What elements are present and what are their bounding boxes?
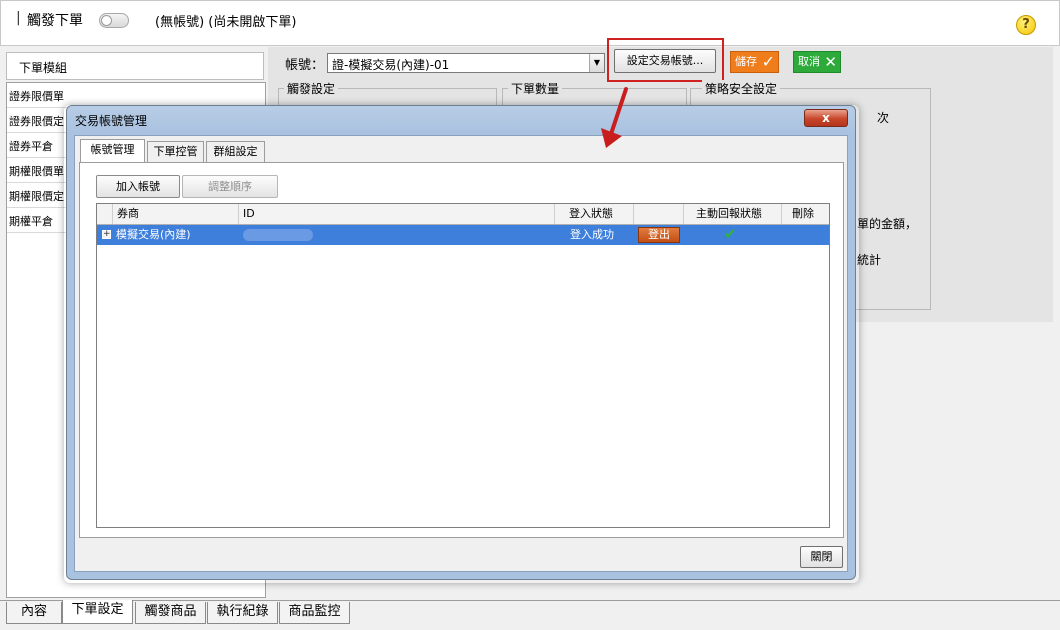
annotation-arrow-icon <box>601 87 628 148</box>
tab-order-settings[interactable]: 下單設定 <box>62 600 133 624</box>
page-title: 觸發下單 <box>27 13 83 29</box>
account-id-redacted <box>243 229 313 241</box>
login-status-cell: 登入成功 <box>570 228 614 241</box>
account-select[interactable]: 證-模擬交易(內建)-01 ▼ <box>327 53 605 73</box>
dialog-title: 交易帳號管理 <box>75 114 148 128</box>
checkmark-icon: ✔ <box>724 225 737 243</box>
tab-group-settings[interactable]: 群組設定 <box>206 141 265 162</box>
account-label: 帳號： <box>285 58 325 73</box>
column-header-login-status[interactable]: 登入狀態 <box>555 204 634 224</box>
times-unit-label: 次 <box>877 111 890 125</box>
dropdown-arrow-icon[interactable]: ▼ <box>589 54 604 72</box>
broker-cell: 模擬交易(內建) <box>116 228 191 241</box>
reorder-button[interactable]: 調整順序 <box>182 175 278 198</box>
column-header-report-status[interactable]: 主動回報狀態 <box>684 204 782 224</box>
account-management-dialog: 交易帳號管理 x 帳號管理 下單控管 群組設定 加入帳號 調整順序 券商 ID … <box>66 105 856 580</box>
module-header-label: 下單模組 <box>19 61 68 75</box>
toggle-knob <box>101 15 112 26</box>
title-separator: | <box>16 10 21 26</box>
account-select-value: 證-模擬交易(內建)-01 <box>332 58 450 72</box>
tab-trigger-products[interactable]: 觸發商品 <box>135 602 206 624</box>
save-button[interactable]: 儲存 ✓ <box>730 51 779 73</box>
expand-icon[interactable]: + <box>102 230 111 239</box>
tab-product-monitor[interactable]: 商品監控 <box>279 602 350 624</box>
cancel-label: 取消 <box>798 55 820 68</box>
add-account-button[interactable]: 加入帳號 <box>96 175 180 198</box>
dialog-body: 帳號管理 下單控管 群組設定 加入帳號 調整順序 券商 ID 登入狀態 主動回報… <box>74 135 848 572</box>
checkmark-icon: ✓ <box>761 52 775 71</box>
account-table: 券商 ID 登入狀態 主動回報狀態 刪除 + 模擬交易(內建) 登入成功 登出 … <box>96 203 830 528</box>
account-tab-panel: 加入帳號 調整順序 券商 ID 登入狀態 主動回報狀態 刪除 + 模擬交易(內建… <box>79 162 844 538</box>
account-status-text: (無帳號) (尚未開啟下單) <box>155 15 297 30</box>
save-label: 儲存 <box>735 55 757 68</box>
module-list-header: 下單模組 <box>6 52 264 80</box>
table-row[interactable]: + 模擬交易(內建) 登入成功 登出 ✔ <box>97 225 829 245</box>
trigger-settings-title: 觸發設定 <box>284 80 339 97</box>
tab-order-control[interactable]: 下單控管 <box>147 141 204 162</box>
trigger-toggle[interactable] <box>99 13 129 28</box>
tab-content[interactable]: 內容 <box>6 602 62 624</box>
close-dialog-button[interactable]: 關閉 <box>800 546 843 568</box>
tab-execution-log[interactable]: 執行紀錄 <box>207 602 278 624</box>
logout-button[interactable]: 登出 <box>638 227 680 243</box>
table-header: 券商 ID 登入狀態 主動回報狀態 刪除 <box>97 204 829 225</box>
dialog-close-icon[interactable]: x <box>804 109 848 127</box>
order-quantity-title: 下單數量 <box>508 80 563 97</box>
safety-settings-title: 策略安全設定 <box>702 80 781 97</box>
cancel-button[interactable]: 取消 ✕ <box>793 51 841 73</box>
column-header <box>97 204 113 224</box>
column-header-delete[interactable]: 刪除 <box>782 204 829 224</box>
tab-account-management[interactable]: 帳號管理 <box>80 139 145 163</box>
help-icon[interactable]: ? <box>1016 15 1036 35</box>
column-header-action <box>634 204 684 224</box>
safety-text-fragment: 統計 <box>857 253 882 267</box>
column-header-broker[interactable]: 券商 <box>113 204 239 224</box>
close-icon: ✕ <box>824 53 837 71</box>
safety-text-fragment: 單的金額， <box>857 217 918 231</box>
column-header-id[interactable]: ID <box>239 204 555 224</box>
set-trading-account-button[interactable]: 設定交易帳號... <box>614 49 716 73</box>
